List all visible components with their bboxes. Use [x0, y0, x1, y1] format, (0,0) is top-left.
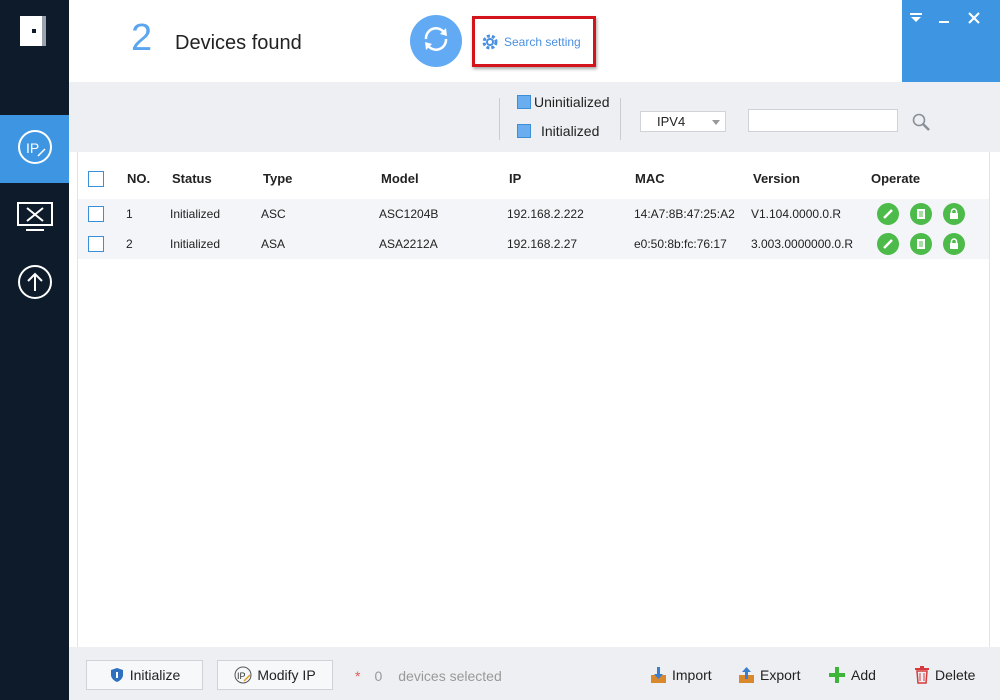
password-icon[interactable] — [943, 203, 965, 225]
device-table: NO. Status Type Model IP MAC Version Ope… — [77, 152, 990, 647]
web-icon[interactable] — [910, 203, 932, 225]
selection-status: * 0 devices selected — [355, 668, 502, 684]
sidebar-item-tools[interactable] — [0, 185, 69, 253]
add-label: Add — [851, 667, 876, 683]
cell-version: 3.003.0000000.0.R — [751, 237, 854, 251]
select-all-checkbox[interactable] — [88, 171, 104, 187]
delete-icon — [914, 666, 930, 684]
ip-version-value: IPV4 — [657, 114, 686, 129]
export-label: Export — [760, 667, 801, 683]
col-mac: MAC — [635, 171, 665, 186]
import-button[interactable]: Import — [650, 660, 712, 690]
sidebar: IP — [0, 0, 69, 700]
col-no: NO. — [127, 171, 151, 186]
delete-button[interactable]: Delete — [914, 660, 975, 690]
row-checkbox[interactable] — [88, 236, 104, 252]
cell-no: 2 — [126, 237, 133, 251]
required-marker: * — [355, 668, 361, 684]
col-ip: IP — [509, 171, 522, 186]
export-button[interactable]: Export — [738, 660, 800, 690]
import-icon — [650, 666, 667, 684]
initialized-filter[interactable]: Initialized — [517, 123, 599, 139]
cell-no: 1 — [126, 207, 133, 221]
ip-icon: IP — [16, 128, 54, 171]
col-type: Type — [263, 171, 293, 186]
refresh-button[interactable] — [410, 15, 462, 67]
svg-text:IP: IP — [237, 671, 246, 681]
minimize-icon[interactable] — [934, 8, 954, 28]
cell-model: ASC1204B — [379, 207, 439, 221]
table-row[interactable]: 1 Initialized ASC ASC1204B 192.168.2.222… — [78, 199, 989, 229]
cell-mac: 14:A7:8B:47:25:A2 — [634, 207, 735, 221]
gear-icon — [481, 33, 499, 51]
search-setting-button[interactable]: Search setting — [472, 16, 596, 67]
edit-icon[interactable] — [877, 233, 899, 255]
ip-icon: IP — [234, 666, 252, 684]
svg-text:IP: IP — [26, 140, 39, 156]
col-model: Model — [381, 171, 419, 186]
upgrade-icon — [16, 263, 54, 306]
divider — [499, 98, 500, 140]
modify-ip-button[interactable]: IP Modify IP — [217, 660, 333, 690]
sidebar-item-upgrade[interactable] — [0, 250, 69, 318]
uninitialized-label: Uninitialized — [534, 94, 610, 110]
row-checkbox[interactable] — [88, 206, 104, 222]
cell-ip: 192.168.2.27 — [507, 237, 578, 251]
cell-type: ASA — [261, 237, 286, 251]
divider — [620, 98, 621, 140]
search-setting-label: Search setting — [504, 34, 581, 49]
initialize-label: Initialize — [129, 667, 181, 683]
col-version: Version — [753, 171, 800, 186]
uninitialized-checkbox[interactable] — [517, 95, 531, 109]
search-icon[interactable] — [911, 112, 931, 132]
initialized-checkbox[interactable] — [517, 124, 531, 138]
cell-mac: e0:50:8b:fc:76:17 — [634, 237, 727, 251]
add-button[interactable]: Add — [828, 660, 876, 690]
web-icon[interactable] — [910, 233, 932, 255]
add-icon — [828, 666, 846, 684]
cell-status: Initialized — [170, 237, 221, 251]
initialized-label: Initialized — [541, 123, 600, 139]
header: 2 Devices found Search setting — [69, 0, 1000, 82]
devices-found-label: Devices found — [175, 32, 302, 54]
window-controls — [902, 0, 1000, 82]
cell-ip: 192.168.2.222 — [507, 207, 584, 221]
cell-type: ASC — [261, 207, 286, 221]
edit-icon[interactable] — [877, 203, 899, 225]
sidebar-item-ip[interactable]: IP — [0, 115, 69, 183]
table-header: NO. Status Type Model IP MAC Version Ope… — [78, 164, 989, 194]
close-icon[interactable] — [964, 8, 984, 28]
search-input[interactable] — [748, 109, 898, 132]
menu-icon[interactable] — [906, 8, 926, 28]
modify-ip-label: Modify IP — [257, 667, 316, 683]
refresh-icon — [419, 22, 453, 61]
export-icon — [738, 666, 755, 684]
delete-label: Delete — [935, 667, 976, 683]
initialize-button[interactable]: Initialize — [86, 660, 203, 690]
selected-count: 0 — [374, 668, 383, 684]
ip-version-select[interactable]: IPV4 — [640, 111, 726, 132]
device-count: 2 — [131, 17, 153, 59]
col-operate: Operate — [871, 171, 921, 186]
password-icon[interactable] — [943, 233, 965, 255]
col-status: Status — [172, 171, 212, 186]
logout-icon[interactable] — [18, 15, 48, 49]
selected-label: devices selected — [398, 668, 502, 684]
chevron-down-icon — [712, 120, 720, 125]
cell-version: V1.104.0000.0.R — [751, 207, 842, 221]
tools-icon — [16, 199, 54, 240]
table-row[interactable]: 2 Initialized ASA ASA2212A 192.168.2.27 … — [78, 229, 989, 259]
cell-status: Initialized — [170, 207, 221, 221]
uninitialized-filter[interactable]: Uninitialized — [517, 94, 609, 110]
cell-model: ASA2212A — [379, 237, 438, 251]
shield-icon — [109, 667, 125, 683]
import-label: Import — [672, 667, 712, 683]
